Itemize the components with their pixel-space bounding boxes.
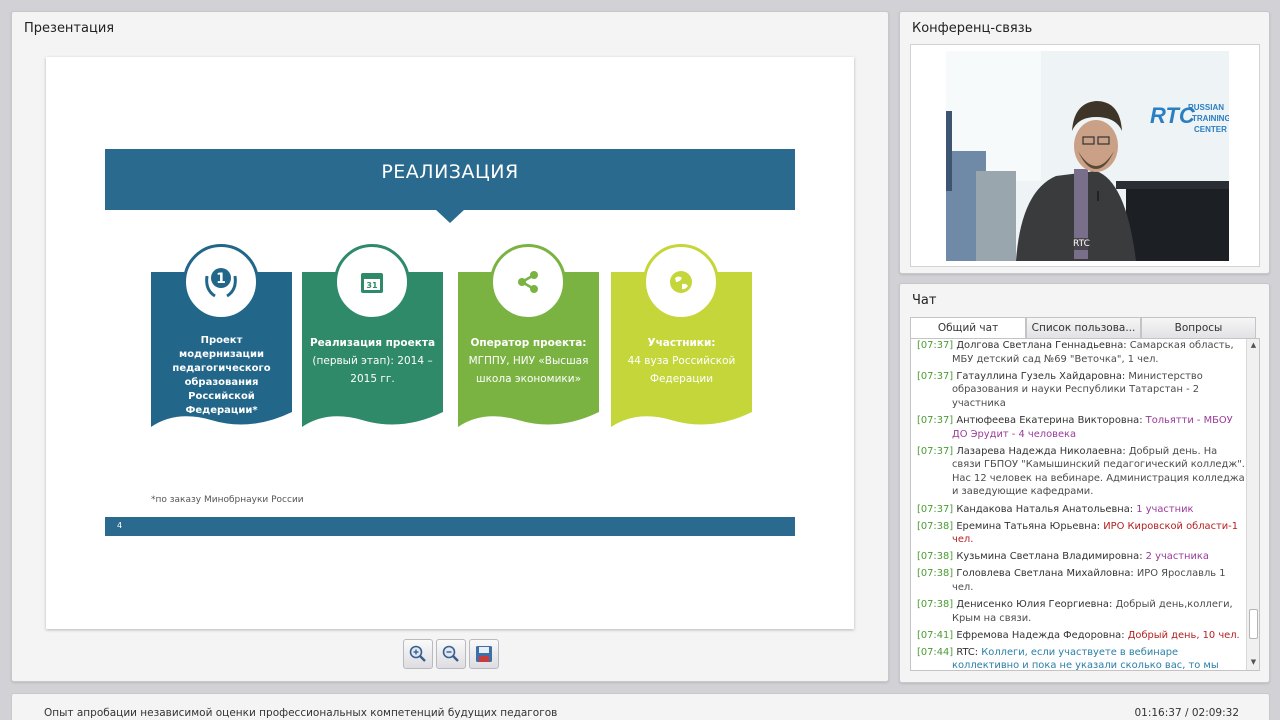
message-author: Головлева Светлана Михайловна:: [956, 568, 1134, 580]
rtc-logo-line2: TRAINING: [1192, 114, 1229, 123]
chat-title: Чат: [912, 293, 937, 308]
svg-text:1: 1: [216, 271, 226, 287]
player-bar: Опыт апробации независимой оценки профес…: [11, 693, 1270, 720]
slide: РЕАЛИЗАЦИЯ 1 Проект модернизации педагог…: [46, 57, 854, 629]
chat-message: [07:37] Гатауллина Гузель Хайдаровна: Ми…: [917, 370, 1247, 411]
chat-message: [07:37] Антюфеева Екатерина Викторовна: …: [917, 414, 1247, 441]
message-text: Добрый день, 10 чел.: [1127, 629, 1240, 641]
chat-message: [07:38] Кузьмина Светлана Владимировна: …: [917, 550, 1247, 564]
slide-card-1: 1 Проект модернизации педагогического об…: [151, 244, 292, 427]
scroll-up-icon[interactable]: ▲: [1248, 340, 1259, 351]
zoom-in-icon: [409, 645, 426, 662]
zoom-out-icon: [442, 645, 459, 662]
message-time: [07:37]: [917, 414, 954, 426]
calendar-icon: 31: [334, 244, 410, 320]
slide-footnote: *по заказу Минобрнауки России: [151, 495, 304, 505]
chat-message: [07:38] Денисенко Юлия Георгиевна: Добры…: [917, 598, 1247, 625]
message-author: Еремина Татьяна Юрьевна:: [956, 520, 1101, 532]
webinar-title: Опыт апробации независимой оценки профес…: [44, 707, 558, 719]
chat-message: [07:44] RTC: Коллеги, если участвуете в …: [917, 646, 1247, 671]
message-time: [07:37]: [917, 340, 954, 351]
message-text: 2 участника: [1145, 551, 1209, 563]
chat-message: [07:38] Еремина Татьяна Юрьевна: ИРО Кир…: [917, 520, 1247, 547]
message-author: Кандакова Наталья Анатольевна:: [956, 503, 1134, 515]
scroll-down-icon[interactable]: ▼: [1248, 657, 1259, 668]
save-button[interactable]: [469, 639, 499, 669]
message-author: Лазарева Надежда Николаевна:: [956, 445, 1126, 457]
message-text: 1 участник: [1136, 503, 1194, 515]
slide-footer-bar: [105, 517, 795, 536]
chat-tabs: Общий чат Список пользова... Вопросы: [910, 317, 1256, 339]
presentation-panel: Презентация РЕАЛИЗАЦИЯ 1 Проект модерниз…: [11, 11, 889, 682]
card-title: Проект модернизации педагогического обра…: [172, 335, 271, 416]
conference-panel: Конференц-связь RTC RUSSIAN TRAINING CEN…: [899, 11, 1270, 274]
card-title: Участники:: [647, 337, 716, 349]
chat-message: [07:37] Кандакова Наталья Анатольевна: 1…: [917, 503, 1247, 517]
message-author: RTC:: [956, 646, 979, 658]
tab-user-list[interactable]: Список пользова...: [1026, 317, 1141, 339]
message-author: Антюфеева Екатерина Викторовна:: [956, 414, 1143, 426]
conference-title: Конференц-связь: [912, 21, 1033, 36]
rtc-logo-line1: RUSSIAN: [1188, 103, 1225, 112]
message-time: [07:38]: [917, 520, 954, 532]
chat-message-list: [07:37] Долгова Светлана Геннадьевна: Са…: [917, 339, 1247, 671]
slide-card-4: Участники: 44 вуза Российской Федерации: [611, 244, 752, 427]
tab-questions[interactable]: Вопросы: [1141, 317, 1256, 339]
message-time: [07:37]: [917, 445, 954, 457]
tab-general-chat[interactable]: Общий чат: [910, 317, 1026, 339]
svg-text:31: 31: [366, 281, 378, 290]
card-subtitle: (первый этап): 2014 – 2015 гг.: [312, 355, 433, 385]
slide-heading: РЕАЛИЗАЦИЯ: [381, 161, 519, 183]
message-text: Коллеги, если участвуете в вебинаре колл…: [952, 646, 1219, 671]
chat-panel: Чат Общий чат Список пользова... Вопросы…: [899, 283, 1270, 683]
share-icon: [490, 244, 566, 320]
video-feed[interactable]: RTC RUSSIAN TRAINING CENTER RTC: [946, 51, 1229, 261]
message-time: [07:38]: [917, 551, 954, 563]
video-participant-label: RTC: [1070, 238, 1093, 250]
save-icon: [476, 646, 492, 662]
message-author: Денисенко Юлия Георгиевна:: [956, 599, 1113, 611]
card-subtitle: 44 вуза Российской Федерации: [627, 355, 736, 385]
chat-message: [07:41] Ефремова Надежда Федоровна: Добр…: [917, 629, 1247, 643]
globe-icon: [643, 244, 719, 320]
banner-notch: [435, 209, 465, 223]
slide-card-3: Оператор проекта: МГППУ, НИУ «Высшая шко…: [458, 244, 599, 427]
slide-page-number: 4: [117, 521, 123, 530]
zoom-in-button[interactable]: [403, 639, 433, 669]
chat-message: [07:38] Головлева Светлана Михайловна: И…: [917, 567, 1247, 594]
message-time: [07:38]: [917, 568, 954, 580]
video-frame: RTC RUSSIAN TRAINING CENTER RTC: [910, 44, 1260, 267]
card-subtitle: МГППУ, НИУ «Высшая школа экономики»: [468, 355, 589, 385]
chat-message: [07:37] Лазарева Надежда Николаевна: Доб…: [917, 445, 1247, 499]
message-author: Гатауллина Гузель Хайдаровна:: [956, 370, 1126, 382]
message-time: [07:44]: [917, 646, 954, 658]
message-time: [07:37]: [917, 370, 954, 382]
message-time: [07:37]: [917, 503, 954, 515]
scrollbar-thumb[interactable]: [1249, 609, 1258, 639]
message-author: Долгова Светлана Геннадьевна:: [956, 340, 1127, 351]
message-time: [07:38]: [917, 599, 954, 611]
award-number-one-icon: 1: [183, 244, 259, 320]
card-title: Оператор проекта:: [470, 337, 587, 349]
message-author: Кузьмина Светлана Владимировна:: [956, 551, 1143, 563]
slide-card-2: 31 Реализация проекта (первый этап): 201…: [302, 244, 443, 427]
chat-scrollbar[interactable]: ▲ ▼: [1246, 339, 1259, 670]
zoom-out-button[interactable]: [436, 639, 466, 669]
presentation-title: Презентация: [24, 21, 115, 36]
message-time: [07:41]: [917, 629, 954, 641]
chat-message: [07:37] Долгова Светлана Геннадьевна: Са…: [917, 339, 1247, 366]
chat-messages-area[interactable]: [07:37] Долгова Светлана Геннадьевна: Са…: [910, 338, 1260, 671]
message-author: Ефремова Надежда Федоровна:: [956, 629, 1125, 641]
playback-time: 01:16:37 / 02:09:32: [1134, 707, 1239, 719]
rtc-logo-line3: CENTER: [1194, 125, 1227, 134]
card-title: Реализация проекта: [309, 337, 436, 349]
